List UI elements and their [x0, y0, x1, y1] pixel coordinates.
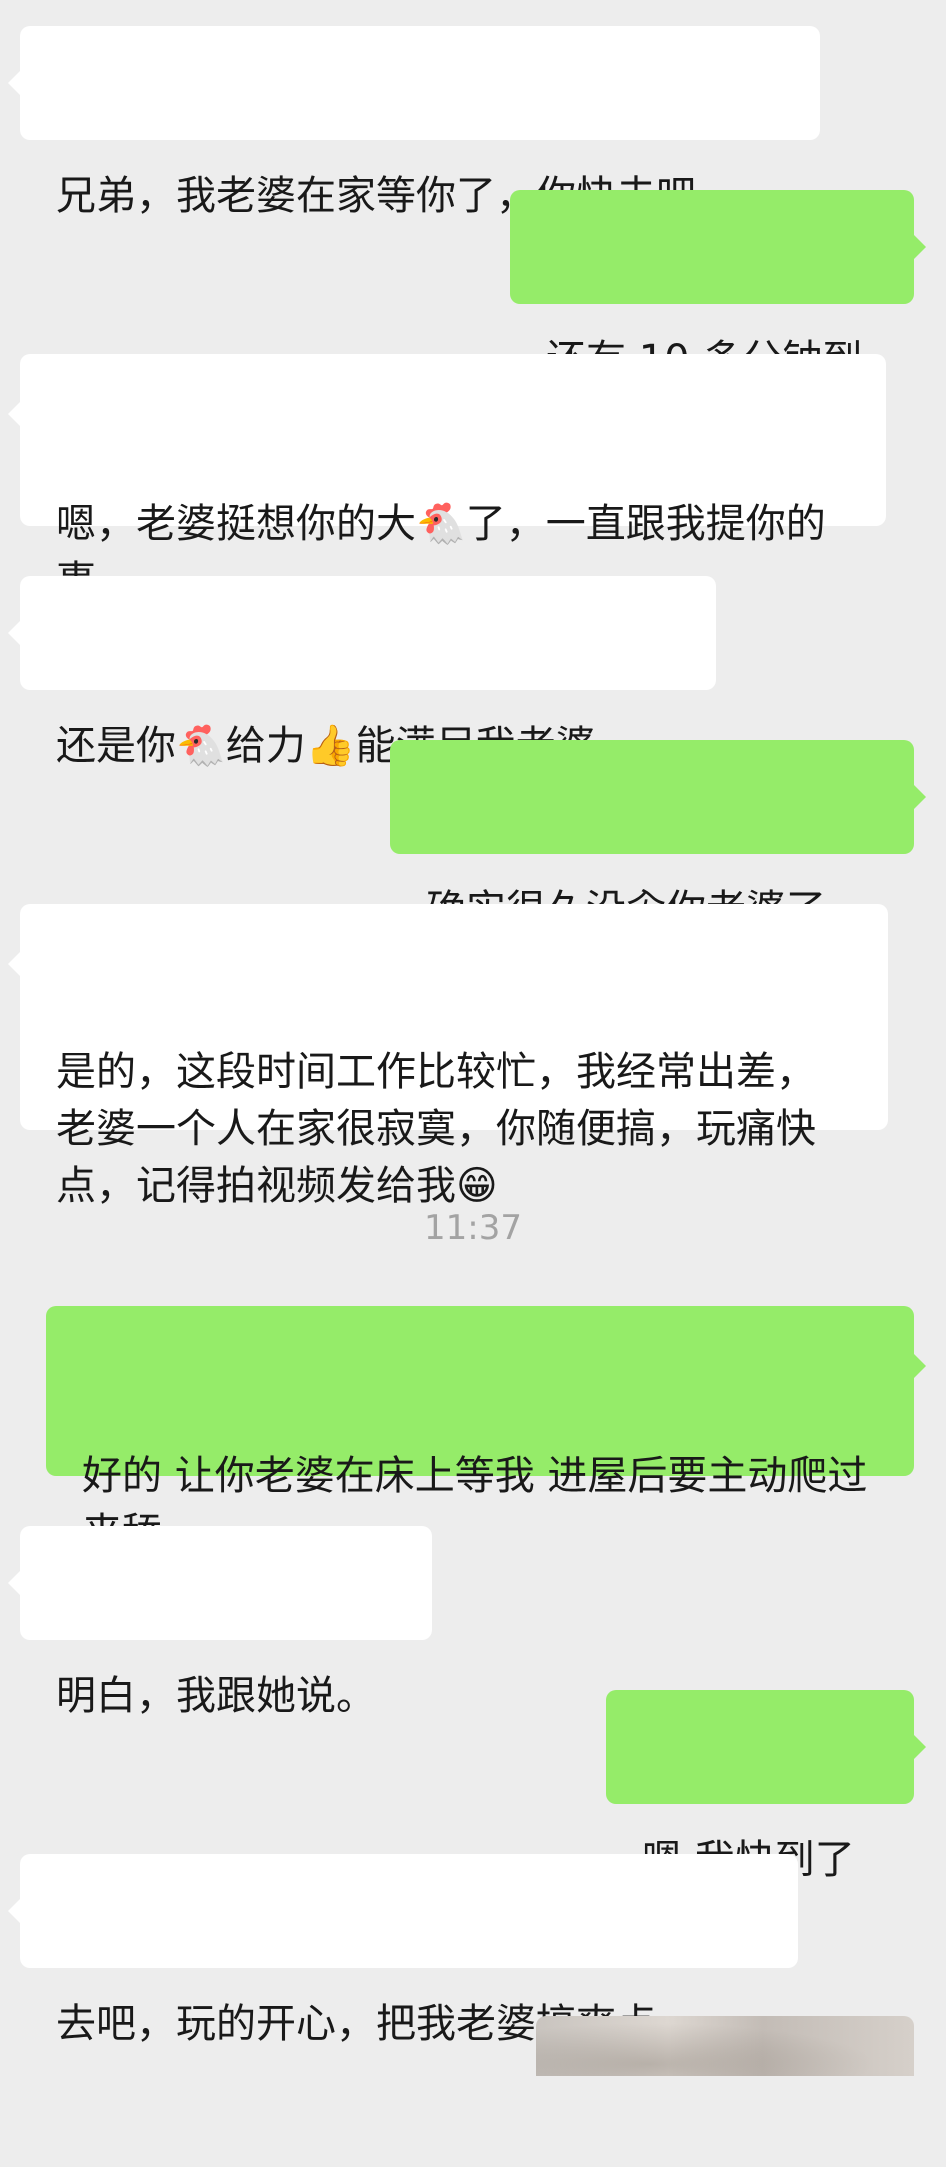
image-message-thumbnail[interactable] — [536, 2016, 914, 2076]
incoming-message[interactable]: 去吧，玩的开心，把我老婆搞爽点。 — [8, 1854, 798, 2047]
message-timestamp: 11:37 — [424, 1208, 522, 1248]
incoming-message[interactable]: 还是你🐔给力👍能满足我老婆 — [8, 576, 716, 769]
outgoing-message[interactable]: 还有 10 多分钟到 — [510, 190, 926, 383]
message-text: 明白，我跟她说。 — [56, 1673, 376, 1719]
incoming-message[interactable]: 兄弟，我老婆在家等你了，你快去吧 — [8, 26, 820, 219]
incoming-message[interactable]: 嗯，老婆挺想你的大🐔了，一直跟我提你的事 — [8, 354, 886, 604]
outgoing-message[interactable]: 好的 让你老婆在床上等我 进屋后要主动爬过来舔 — [46, 1306, 926, 1556]
message-text: 是的，这段时间工作比较忙，我经常出差，老婆一个人在家很寂寞，你随便搞，玩痛快点，… — [56, 1049, 816, 1209]
incoming-message[interactable]: 明白，我跟她说。 — [8, 1526, 432, 1719]
chat-conversation: 兄弟，我老婆在家等你了，你快去吧 还有 10 多分钟到 嗯，老婆挺想你的大🐔了，… — [0, 0, 946, 2076]
incoming-message[interactable]: 是的，这段时间工作比较忙，我经常出差，老婆一个人在家很寂寞，你随便搞，玩痛快点，… — [8, 904, 888, 1209]
outgoing-message[interactable]: 确实很久没肏你老婆了 — [390, 740, 926, 933]
outgoing-message[interactable]: 嗯 我快到了 — [606, 1690, 926, 1883]
image-preview — [536, 2016, 914, 2076]
